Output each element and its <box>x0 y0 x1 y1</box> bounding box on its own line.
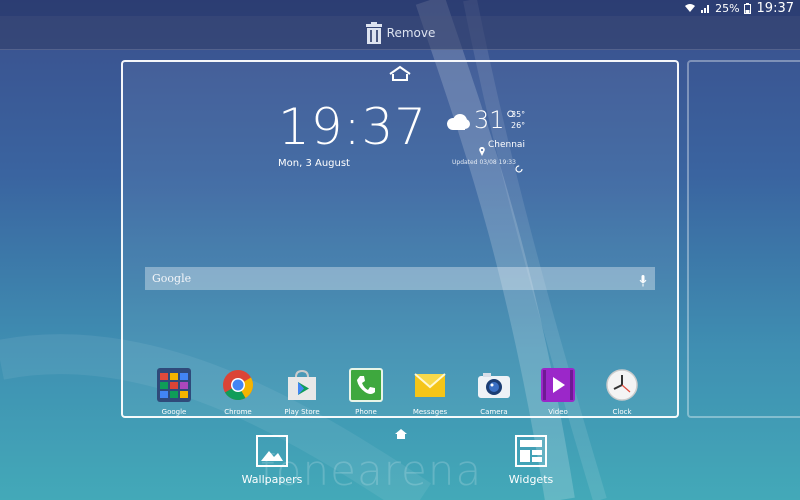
refresh-icon[interactable] <box>515 158 523 177</box>
remove-label: Remove <box>386 25 436 40</box>
app-label: Chrome <box>224 408 252 416</box>
signal-icon <box>700 3 711 13</box>
app-camera[interactable]: Camera <box>464 368 524 416</box>
app-play-store[interactable]: Play Store <box>272 368 332 416</box>
set-home-page-icon[interactable] <box>388 65 412 85</box>
camera-icon <box>477 368 511 402</box>
chrome-icon <box>221 368 255 402</box>
app-label: Video <box>548 408 568 416</box>
wallpapers-button[interactable]: Wallpapers <box>222 435 322 486</box>
clock-icon <box>605 368 639 402</box>
next-page-preview[interactable] <box>687 60 800 418</box>
wallpapers-icon <box>256 435 288 467</box>
location-pin-icon <box>479 141 485 160</box>
messages-icon <box>413 368 447 402</box>
wallpapers-label: Wallpapers <box>241 473 303 486</box>
app-label: Google <box>161 408 187 416</box>
app-clock[interactable]: Clock <box>592 368 652 416</box>
battery-percent: 25% <box>715 1 740 15</box>
cloudy-weather-icon <box>445 114 471 134</box>
clock-widget-date: Mon, 3 August <box>278 158 350 169</box>
weather-updated-time: Updated 03/08 19:33 <box>452 159 516 166</box>
app-google[interactable]: Google <box>144 368 204 416</box>
app-phone[interactable]: Phone <box>336 368 396 416</box>
weather-low: 26° <box>511 121 526 130</box>
microphone-icon[interactable] <box>639 272 647 291</box>
widgets-button[interactable]: Widgets <box>481 435 581 486</box>
clock-widget-time[interactable]: 19:37 <box>278 98 427 156</box>
google-search-bar[interactable]: Google <box>145 267 655 290</box>
status-clock: 19:37 <box>756 0 794 16</box>
app-messages[interactable]: Messages <box>400 368 460 416</box>
battery-icon <box>743 2 751 14</box>
widgets-icon <box>515 435 547 467</box>
google-folder-icon <box>157 368 191 402</box>
play-store-icon <box>285 368 319 402</box>
app-label: Messages <box>412 408 448 416</box>
home-page-panel[interactable]: 19:37 Mon, 3 August 31° 35° 26° Chennai … <box>121 60 679 418</box>
app-label: Play Store <box>284 408 320 416</box>
trash-icon <box>365 21 383 44</box>
phone-icon <box>349 368 383 402</box>
google-search-label: Google <box>152 272 192 285</box>
app-dock: Google Chrome Play Store Phone Messages <box>123 368 677 418</box>
status-bar: 25% 19:37 <box>0 0 800 16</box>
remove-drop-zone[interactable]: Remove <box>0 16 800 50</box>
app-chrome[interactable]: Chrome <box>208 368 268 416</box>
app-label: Camera <box>480 408 508 416</box>
video-icon <box>541 368 575 402</box>
widgets-label: Widgets <box>508 473 554 486</box>
app-video[interactable]: Video <box>528 368 588 416</box>
app-label: Clock <box>612 408 632 416</box>
wifi-icon <box>684 3 696 13</box>
weather-high: 35° <box>511 110 526 119</box>
home-page-indicator-icon[interactable] <box>395 424 407 443</box>
app-label: Phone <box>355 408 377 416</box>
weather-city: Chennai <box>488 140 525 150</box>
